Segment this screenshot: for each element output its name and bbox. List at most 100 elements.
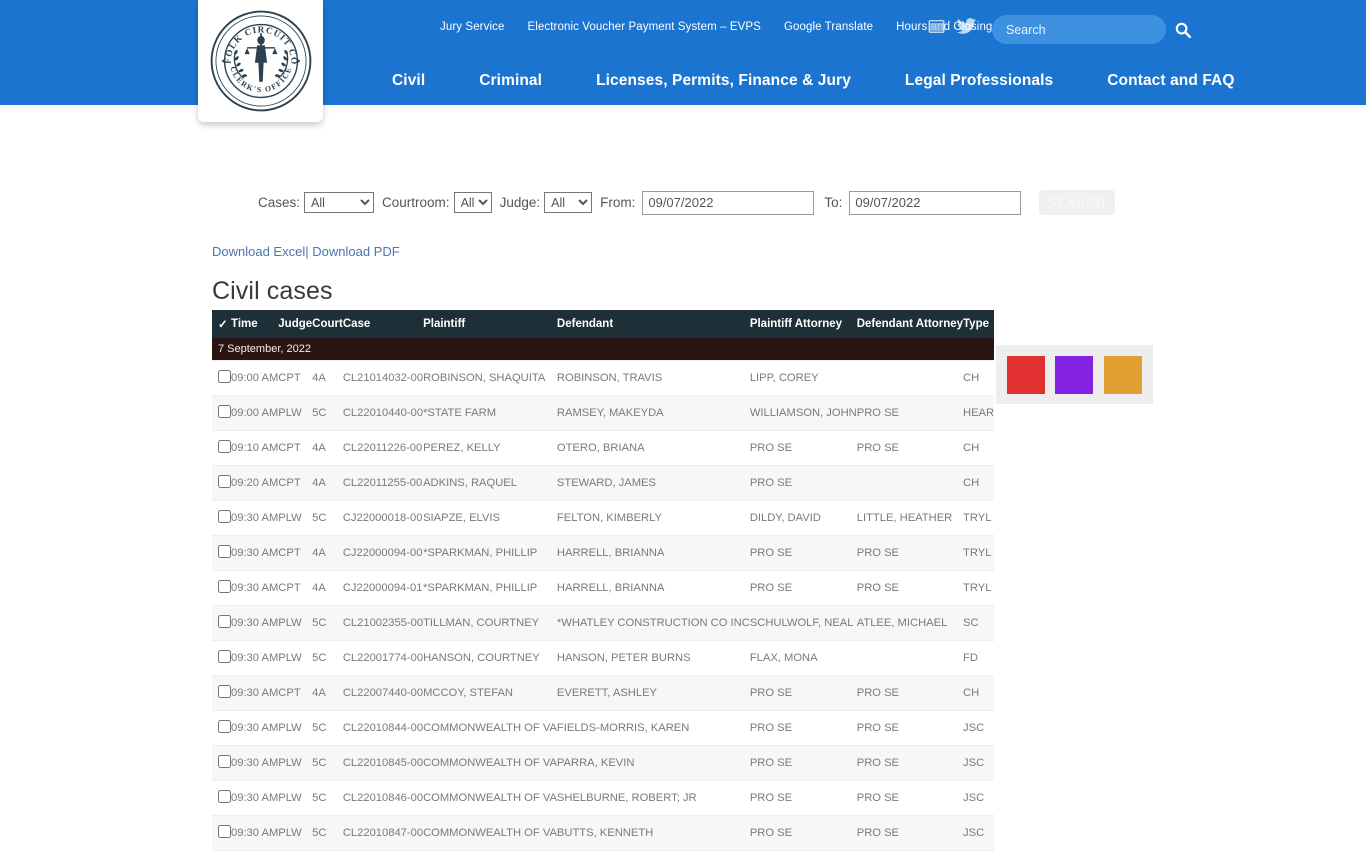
row-checkbox-cell[interactable] [212,780,231,816]
table-row[interactable]: 09:30 AM CPT 4A CJ22000094-01 *SPARKMAN, PHI… [212,570,995,606]
cases-select[interactable]: All [304,192,375,213]
search-submit-button[interactable] [1169,15,1197,44]
cell-judge: CPT [278,360,313,396]
row-checkbox[interactable] [218,755,231,768]
cell-time: 09:30 AM [231,745,279,781]
table-row[interactable]: 09:30 AM PLW 5C CL22001774-00 HANSON, COURTN… [212,640,995,676]
swatch-purple[interactable] [1055,355,1094,394]
column-header-type[interactable]: Type [963,310,995,338]
table-row[interactable]: 09:30 AM CPT 4A CL22007440-00 MCCOY, STEFAN E… [212,675,995,711]
cell-plaintiff-attorney: PRO SE [749,780,857,816]
courtroom-select[interactable]: All [453,192,492,213]
cell-case: CL22007440-00 [342,675,424,711]
header-search[interactable] [992,15,1191,44]
date-group-label: 7 September, 2022 [212,338,995,361]
table-row[interactable]: 09:20 AM CPT 4A CL22011255-00 ADKINS, RAQUEL… [212,465,995,501]
download-separator: | [305,244,309,259]
cell-judge: PLW [278,710,313,746]
row-checkbox[interactable] [218,685,231,698]
cell-type: JSC [963,780,995,816]
cell-judge: PLW [278,780,313,816]
row-checkbox-cell[interactable] [212,430,231,466]
table-row[interactable]: 09:00 AM CPT 4A CL21014032-00 ROBINSON, SHAQ… [212,360,995,396]
twitter-icon[interactable] [956,18,976,39]
table-row[interactable]: 09:00 AM PLW 5C CL22010440-00 *STATE FARM RAM… [212,395,995,431]
download-links: Download Excel| Download PDF [212,244,400,259]
cell-plaintiff-attorney: PRO SE [749,815,857,851]
youtube-icon[interactable] [928,19,945,39]
row-checkbox[interactable] [218,545,231,558]
row-checkbox[interactable] [218,370,231,383]
nav-item-licenses-permits-finance-jury[interactable]: Licenses, Permits, Finance & Jury [596,72,851,90]
row-checkbox-cell[interactable] [212,535,231,571]
site-logo[interactable]: NORFOLK CIRCUIT COURT CLERK'S OFFICE [198,0,323,122]
column-header-defendant[interactable]: Defendant [556,310,750,338]
cell-defendant: STEWARD, JAMES [556,465,750,501]
row-checkbox[interactable] [218,475,231,488]
cell-plaintiff: PEREZ, KELLY [423,430,557,466]
column-header-time[interactable]: Time [231,310,279,338]
column-header-plaintiff-attorney[interactable]: Plaintiff Attorney [749,310,857,338]
row-checkbox-cell[interactable] [212,570,231,606]
row-checkbox-cell[interactable] [212,815,231,851]
column-header-select-all[interactable]: ✓ [212,310,231,338]
cell-defendant: RAMSEY, MAKEYDA [556,395,750,431]
row-checkbox[interactable] [218,790,231,803]
cell-defendant-attorney [856,640,964,676]
utility-link-evps[interactable]: Electronic Voucher Payment System – EVPS [527,21,760,33]
row-checkbox-cell[interactable] [212,465,231,501]
column-header-defendant-attorney[interactable]: Defendant Attorney [856,310,964,338]
row-checkbox[interactable] [218,615,231,628]
row-checkbox-cell[interactable] [212,675,231,711]
cell-plaintiff: *SPARKMAN, PHILLIP [423,535,557,571]
table-row[interactable]: 09:30 AM PLW 5C CL21002355-00 TILLMAN, COURT… [212,605,995,641]
nav-item-criminal[interactable]: Criminal [479,72,542,90]
row-checkbox-cell[interactable] [212,605,231,641]
nav-item-civil[interactable]: Civil [392,72,425,90]
download-pdf-link[interactable]: Download PDF [312,244,399,259]
column-header-court[interactable]: Court [312,310,343,338]
utility-link-google-translate[interactable]: Google Translate [784,21,873,33]
column-header-judge[interactable]: Judge [278,310,313,338]
table-row[interactable]: 09:10 AM CPT 4A CL22011226-00 PEREZ, KELLY OT… [212,430,995,466]
row-checkbox[interactable] [218,650,231,663]
download-excel-link[interactable]: Download Excel [212,244,305,259]
row-checkbox-cell[interactable] [212,395,231,431]
cell-plaintiff-attorney: WILLIAMSON, JOHN [749,395,857,431]
table-row[interactable]: 09:30 AM PLW 5C CL22010845-00 COMMONWEALTH O… [212,745,995,781]
row-checkbox[interactable] [218,580,231,593]
row-checkbox[interactable] [218,825,231,838]
cell-type: JSC [963,710,995,746]
nav-item-legal-professionals[interactable]: Legal Professionals [905,72,1053,90]
row-checkbox-cell[interactable] [212,710,231,746]
from-date-input[interactable] [642,190,815,215]
table-row[interactable]: 09:30 AM PLW 5C CL22010846-00 COMMONWEALTH O… [212,780,995,816]
cell-plaintiff: ROBINSON, SHAQUITA [423,360,557,396]
social-links [928,18,976,39]
judge-select[interactable]: All [544,192,593,213]
table-row[interactable]: 09:30 AM CPT 4A CJ22000094-00 *SPARKMAN, PHI… [212,535,995,571]
row-checkbox[interactable] [218,510,231,523]
to-date-input[interactable] [849,190,1022,215]
row-checkbox[interactable] [218,440,231,453]
cell-defendant: HANSON, PETER BURNS [556,640,750,676]
nav-item-contact-and-faq[interactable]: Contact and FAQ [1107,72,1234,90]
search-input[interactable] [992,21,1169,38]
cell-defendant: PARRA, KEVIN [556,745,750,781]
utility-link-jury-service[interactable]: Jury Service [440,21,504,33]
table-row[interactable]: 09:30 AM PLW 5C CL22010847-00 COMMONWEALTH O… [212,815,995,851]
row-checkbox[interactable] [218,720,231,733]
case-search-button[interactable]: SEARCH [1039,190,1116,215]
swatch-orange[interactable] [1103,355,1142,394]
row-checkbox-cell[interactable] [212,500,231,536]
table-row[interactable]: 09:30 AM PLW 5C CJ22000018-00 SIAPZE, ELVIS F… [212,500,995,536]
column-header-plaintiff[interactable]: Plaintiff [423,310,557,338]
table-row[interactable]: 09:30 AM PLW 5C CL22010844-00 COMMONWEALTH O… [212,710,995,746]
row-checkbox-cell[interactable] [212,640,231,676]
swatch-red[interactable] [1007,355,1046,394]
case-docket-table: ✓ Time Judge Court Case Plaintiff Defend… [212,310,995,851]
row-checkbox[interactable] [218,405,231,418]
column-header-case[interactable]: Case [342,310,424,338]
row-checkbox-cell[interactable] [212,360,231,396]
row-checkbox-cell[interactable] [212,745,231,781]
